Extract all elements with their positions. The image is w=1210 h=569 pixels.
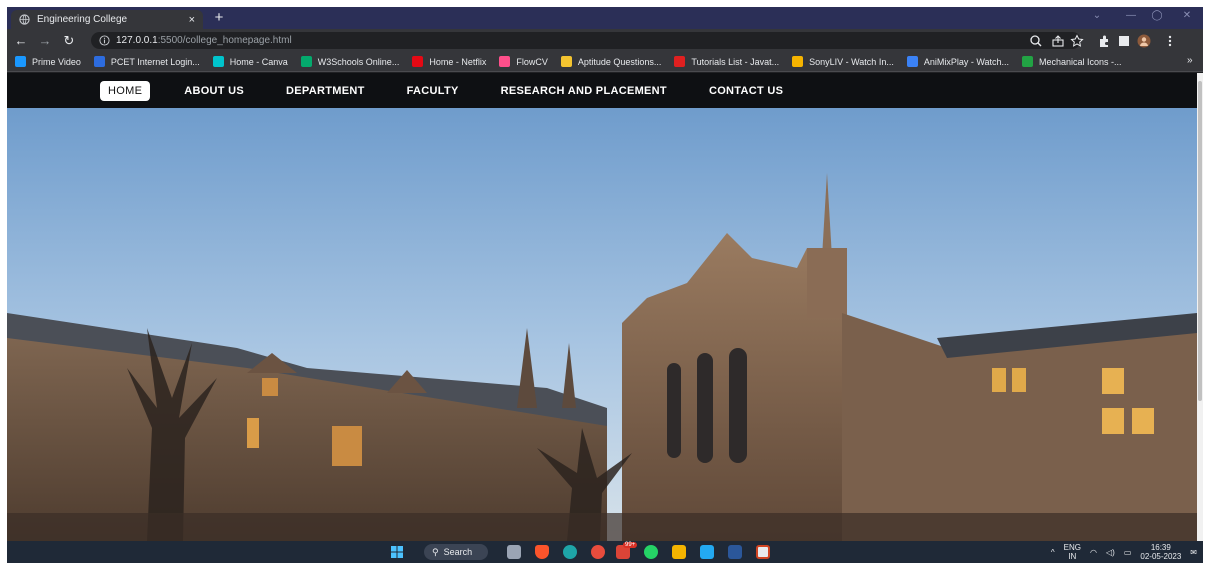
battery-icon[interactable]: ▭ — [1124, 548, 1132, 557]
windows-start-icon[interactable] — [390, 545, 404, 559]
edge-browser-icon[interactable] — [563, 545, 577, 559]
taskbar-search[interactable]: ⚲ Search — [424, 544, 488, 560]
word-icon[interactable] — [728, 545, 742, 559]
bookmark-label: Home - Netflix — [429, 56, 487, 67]
new-tab-button[interactable]: + — [210, 9, 228, 27]
notifications-icon[interactable]: ✉ — [1190, 548, 1197, 557]
bookmark-favicon-icon — [1022, 56, 1034, 67]
bookmark-item[interactable]: Home - Netflix — [412, 56, 486, 67]
bookmark-label: FlowCV — [516, 56, 548, 67]
bookmark-item[interactable]: FlowCV — [499, 56, 548, 67]
nav-link-home[interactable]: HOME — [100, 80, 151, 101]
taskbar-search-label: Search — [443, 547, 473, 557]
bookmark-label: SonyLIV - Watch In... — [809, 56, 894, 67]
search-icon: ⚲ — [432, 546, 439, 557]
site-navigation: HOME ABOUT US DEPARTMENT FACULTY RESEARCH AN… — [7, 73, 1197, 108]
profile-avatar-icon[interactable] — [1137, 34, 1151, 48]
minimize-icon[interactable]: — — [1121, 10, 1141, 21]
bookmark-favicon-icon — [93, 56, 105, 67]
web-page: HOME ABOUT US DEPARTMENT FACULTY RESEARCH AN… — [7, 73, 1197, 541]
clock-time: 16:39 — [1150, 543, 1171, 552]
nav-link-contact-us[interactable]: CONTACT US — [701, 81, 791, 101]
clock[interactable]: 16:39 02-05-2023 — [1140, 543, 1181, 561]
url-host: 127.0.0.1 — [116, 35, 158, 46]
file-explorer-icon[interactable] — [672, 545, 686, 559]
forward-arrow-icon[interactable]: → — [35, 33, 55, 48]
close-window-icon[interactable]: ✕ — [1177, 10, 1197, 21]
url-path: :5500/college_homepage.html — [157, 35, 292, 46]
bookmark-item[interactable]: W3Schools Online... — [300, 56, 400, 67]
bookmark-item[interactable]: AniMixPlay - Watch... — [906, 56, 1010, 67]
volume-icon[interactable]: ◁) — [1106, 548, 1115, 557]
nav-link-department[interactable]: DEPARTMENT — [278, 81, 373, 101]
vscode-icon[interactable] — [700, 545, 714, 559]
bookmark-favicon-icon — [906, 56, 918, 67]
browser-toolbar: ← → ↻ 127.0.0.1:5500/college_homepage.ht… — [7, 29, 1203, 52]
bookmark-favicon-icon — [300, 56, 312, 67]
bookmark-label: PCET Internet Login... — [110, 56, 200, 67]
browser-tab[interactable]: Engineering College × — [11, 10, 203, 29]
bookmark-favicon-icon — [499, 56, 511, 67]
whatsapp-icon[interactable] — [644, 545, 658, 559]
bookmark-item[interactable]: Aptitude Questions... — [560, 56, 662, 67]
bookmarks-overflow-icon[interactable]: » — [1187, 55, 1195, 66]
windows-taskbar: ⚲ Search 99+ ^ ENG IN ◠ ◁) ▭ 16:39 02-05-2… — [7, 541, 1203, 563]
language-indicator[interactable]: ENG IN — [1064, 543, 1081, 561]
maximize-icon[interactable]: ◯ — [1147, 10, 1167, 21]
chrome-browser-icon[interactable] — [591, 545, 605, 559]
bookmark-favicon-icon — [674, 56, 686, 67]
language-bottom: IN — [1068, 552, 1077, 561]
snipping-tool-icon[interactable] — [756, 545, 770, 559]
bookmark-label: AniMixPlay - Watch... — [923, 56, 1010, 67]
menu-kebab-icon[interactable] — [1163, 34, 1177, 48]
globe-icon — [19, 14, 30, 25]
nav-link-faculty[interactable]: FACULTY — [399, 81, 467, 101]
bookmark-item[interactable]: Home - Canva — [212, 56, 288, 67]
browser-window: Engineering College × + ⌄ — ◯ ✕ ← → ↻ 12… — [7, 7, 1203, 563]
wifi-icon[interactable]: ◠ — [1090, 548, 1097, 557]
bookmark-label: Mechanical Icons -... — [1039, 56, 1122, 67]
task-view-icon[interactable] — [507, 545, 521, 559]
notification-badge: 99+ — [623, 542, 638, 548]
bookmark-item[interactable]: Prime Video — [15, 56, 81, 67]
chevron-up-icon[interactable]: ^ — [1051, 548, 1055, 557]
side-panel-icon[interactable] — [1117, 34, 1131, 48]
bookmark-favicon-icon — [560, 56, 572, 67]
bookmark-item[interactable]: Tutorials List - Javat... — [674, 56, 779, 67]
clock-date: 02-05-2023 — [1140, 552, 1182, 561]
system-tray: ^ ENG IN ◠ ◁) ▭ 16:39 02-05-2023 ✉ — [1042, 541, 1197, 563]
bookmark-item[interactable]: SonyLIV - Watch In... — [792, 56, 894, 67]
bookmark-favicon-icon — [412, 56, 424, 67]
nav-link-about-us[interactable]: ABOUT US — [176, 81, 252, 101]
tab-title: Engineering College — [37, 14, 128, 25]
bookmark-label: Home - Canva — [229, 56, 288, 67]
bookmark-star-icon[interactable] — [1070, 34, 1084, 48]
title-bar: Engineering College × + ⌄ — ◯ ✕ — [7, 7, 1203, 29]
bookmark-label: Tutorials List - Javat... — [691, 56, 780, 67]
close-tab-icon[interactable]: × — [189, 14, 195, 26]
bookmark-item[interactable]: PCET Internet Login... — [93, 56, 200, 67]
zoom-icon[interactable] — [1029, 34, 1043, 48]
bookmark-favicon-icon — [212, 56, 224, 67]
info-icon[interactable] — [99, 35, 110, 46]
brave-browser-icon[interactable] — [535, 545, 549, 559]
nav-link-research-and-placement[interactable]: RESEARCH AND PLACEMENT — [493, 81, 675, 101]
language-top: ENG — [1063, 543, 1081, 552]
bookmark-favicon-icon — [15, 56, 26, 67]
extensions-icon[interactable] — [1097, 34, 1111, 48]
bookmark-label: W3Schools Online... — [317, 56, 400, 67]
share-icon[interactable] — [1051, 34, 1065, 48]
chevron-down-icon[interactable]: ⌄ — [1087, 10, 1107, 21]
back-arrow-icon[interactable]: ← — [11, 33, 31, 48]
page-scrollbar[interactable] — [1197, 73, 1203, 541]
bookmark-label: Prime Video — [32, 56, 81, 67]
hero-image — [7, 108, 1197, 541]
scrollbar-thumb[interactable] — [1198, 81, 1202, 401]
address-bar[interactable]: 127.0.0.1:5500/college_homepage.html — [91, 32, 1081, 49]
bookmark-item[interactable]: Mechanical Icons -... — [1022, 56, 1122, 67]
bookmarks-bar: Prime Video PCET Internet Login... Home - … — [7, 52, 1203, 72]
reload-icon[interactable]: ↻ — [59, 33, 79, 49]
bookmark-favicon-icon — [792, 56, 804, 67]
bookmark-label: Aptitude Questions... — [577, 56, 662, 67]
